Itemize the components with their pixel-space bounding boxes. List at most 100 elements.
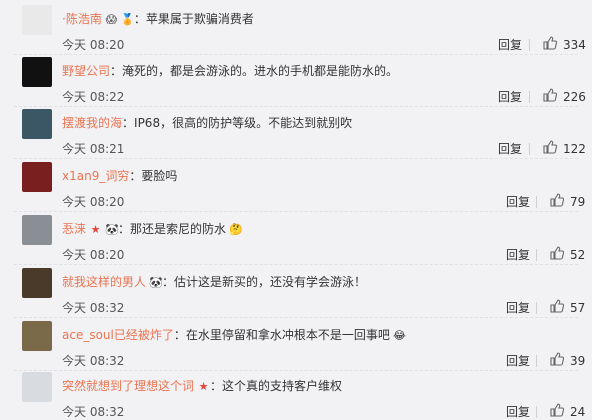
like-button[interactable]: 57 — [550, 299, 585, 317]
comment-text: IP68，很高的防护等级。不能达到就别吹 — [134, 116, 353, 130]
thumbs-up-icon — [550, 352, 570, 370]
like-button[interactable]: 334 — [543, 36, 586, 54]
colon: ： — [110, 64, 123, 78]
like-count: 39 — [570, 354, 586, 368]
like-count: 24 — [570, 405, 586, 419]
divider — [536, 302, 537, 314]
avatar[interactable] — [22, 162, 52, 192]
like-count: 226 — [563, 90, 586, 104]
reply-button[interactable]: 回复 — [506, 195, 530, 209]
comment-time: 今天 08:22 — [62, 90, 125, 104]
avatar[interactable] — [22, 372, 52, 402]
row-separator — [14, 317, 578, 318]
like-button[interactable]: 39 — [550, 352, 585, 370]
colon: ： — [162, 275, 175, 289]
comment-time: 今天 08:20 — [62, 248, 125, 262]
comment-line: 野望公司：淹死的，都是会游泳的。进水的手机都是能防水的。 — [62, 63, 398, 79]
divider — [536, 406, 537, 418]
like-button[interactable]: 24 — [550, 403, 585, 420]
reply-button[interactable]: 回复 — [506, 354, 530, 368]
comment-text: 这个真的支持客户维权 — [222, 379, 343, 393]
reply-button[interactable]: 回复 — [506, 248, 530, 262]
avatar[interactable] — [22, 268, 52, 298]
emoji-icon: 🤔 — [229, 222, 243, 236]
thumbs-up-icon — [543, 36, 563, 54]
colon: ： — [129, 169, 142, 183]
colon: ： — [118, 222, 131, 236]
user-badge-icon: 🏅 — [120, 12, 135, 26]
comment-line: ace_soul已经被炸了：在水里停留和拿水冲根本不是一回事吧 😂 — [62, 327, 406, 343]
comment-list: ·陈浩南 😱 🏅：苹果属于欺骗消费者 今天 08:20 回复 334 野望公司：淹死的，都是… — [0, 0, 592, 420]
like-count: 57 — [570, 301, 586, 315]
comment-time: 今天 08:32 — [62, 354, 125, 368]
divider — [536, 355, 537, 367]
divider — [529, 91, 530, 103]
username-link[interactable]: 摆渡我的海 — [62, 115, 122, 131]
reply-button[interactable]: 回复 — [506, 405, 530, 419]
thumbs-up-icon — [550, 403, 570, 420]
comment-item: 摆渡我的海： IP68，很高的防护等级。不能达到就别吹 今天 08:21 回复 122 — [0, 107, 592, 159]
colon: ： — [210, 379, 223, 393]
thumbs-up-icon — [550, 193, 570, 211]
comment-text: 那还是索尼的防水 — [130, 222, 227, 236]
comment-time: 今天 08:20 — [62, 195, 125, 209]
comment-time: 今天 08:32 — [62, 301, 125, 315]
thumbs-up-icon — [550, 299, 570, 317]
username-link[interactable]: ·陈浩南 — [62, 11, 102, 27]
user-badge-icon: ★ — [198, 379, 209, 393]
comment-item: 就我这样的男人 🐼：估计这是新买的，还没有学会游泳！ 今天 08:32 回复 57 — [0, 266, 592, 318]
comment-item: x1an9_词穷：要脸吗 今天 08:20 回复 79 — [0, 160, 592, 212]
row-separator — [14, 264, 578, 265]
comment-text: 要脸吗 — [141, 169, 178, 183]
comment-item: 野望公司：淹死的，都是会游泳的。进水的手机都是能防水的。 今天 08:22 回复 22… — [0, 55, 592, 107]
like-count: 52 — [570, 248, 586, 262]
comment-text: 苹果属于欺骗消费者 — [145, 12, 254, 26]
like-button[interactable]: 226 — [543, 88, 586, 106]
username-link[interactable]: 野望公司 — [62, 63, 110, 79]
comment-time: 今天 08:32 — [62, 405, 125, 419]
like-button[interactable]: 52 — [550, 246, 585, 264]
user-badge-icon: 🐼 — [149, 275, 163, 289]
user-badge-icon: 🐼 — [105, 222, 119, 236]
colon: ： — [173, 328, 186, 342]
comment-item: 突然就想到了理想这个词 ★：这个真的支持客户维权今天 08:32 回复 24 — [0, 370, 592, 420]
username-link[interactable]: x1an9_词穷 — [62, 168, 129, 184]
user-badge-icon: 😱 — [105, 12, 118, 26]
colon: ： — [133, 12, 146, 26]
row-separator — [14, 158, 578, 159]
comment-item: 忢涞 ★ 🐼：那还是索尼的防水 🤔 今天 08:20 回复 52 — [0, 213, 592, 265]
comment-text: 在水里停留和拿水冲根本不是一回事吧 — [185, 328, 390, 342]
comment-item: ·陈浩南 😱 🏅：苹果属于欺骗消费者今天 08:20 回复 334 — [0, 3, 592, 55]
thumbs-up-icon — [550, 246, 570, 264]
reply-button[interactable]: 回复 — [498, 142, 522, 156]
thumbs-up-icon — [543, 140, 563, 158]
username-link[interactable]: 突然就想到了理想这个词 — [62, 378, 194, 394]
avatar[interactable] — [22, 5, 52, 35]
reply-button[interactable]: 回复 — [506, 301, 530, 315]
like-button[interactable]: 79 — [550, 193, 585, 211]
comment-time: 今天 08:20 — [62, 38, 125, 52]
comment-line: 突然就想到了理想这个词 ★：这个真的支持客户维权 — [62, 378, 342, 394]
divider — [536, 196, 537, 208]
comment-item: ace_soul已经被炸了：在水里停留和拿水冲根本不是一回事吧 😂 今天 08:32… — [0, 319, 592, 371]
comment-line: 忢涞 ★ 🐼：那还是索尼的防水 🤔 — [62, 221, 243, 237]
username-link[interactable]: 忢涞 — [62, 221, 86, 237]
emoji-icon: 😂 — [392, 328, 406, 342]
username-link[interactable]: 就我这样的男人 — [62, 274, 146, 290]
reply-button[interactable]: 回复 — [498, 38, 522, 52]
like-count: 334 — [563, 38, 586, 52]
avatar[interactable] — [22, 57, 52, 87]
reply-button[interactable]: 回复 — [498, 90, 522, 104]
avatar[interactable] — [22, 215, 52, 245]
comment-line: 摆渡我的海： IP68，很高的防护等级。不能达到就别吹 — [62, 115, 352, 131]
comment-text: 估计这是新买的，还没有学会游泳！ — [174, 275, 367, 289]
avatar[interactable] — [22, 321, 52, 351]
username-link[interactable]: ace_soul已经被炸了 — [62, 327, 174, 343]
scrollbar[interactable] — [586, 0, 592, 420]
user-badge-icon: ★ — [90, 222, 101, 236]
like-button[interactable]: 122 — [543, 140, 586, 158]
divider — [529, 39, 530, 51]
avatar[interactable] — [22, 109, 52, 139]
like-count: 79 — [570, 195, 586, 209]
comment-line: x1an9_词穷：要脸吗 — [62, 168, 177, 184]
